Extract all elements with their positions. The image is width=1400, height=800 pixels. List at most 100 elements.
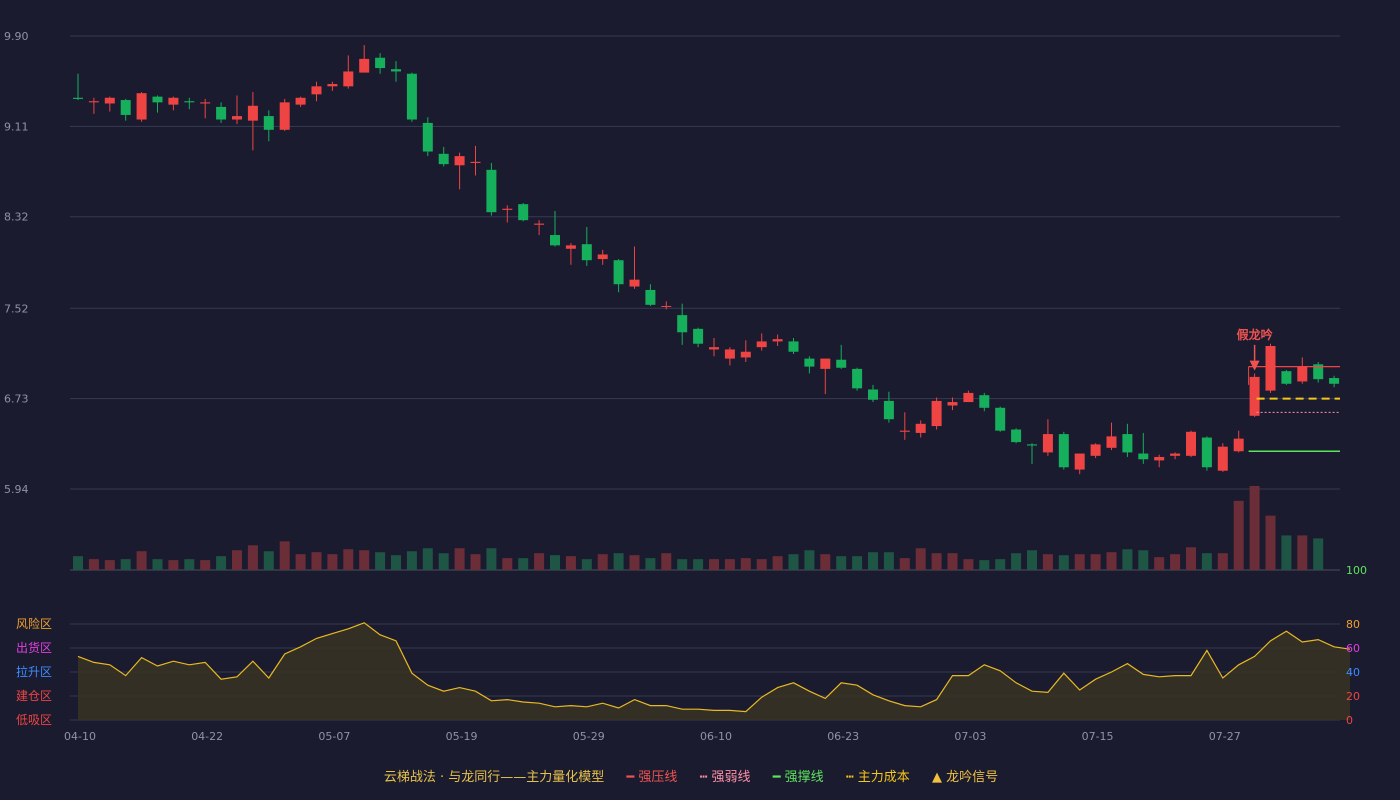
x-tick-label: 06-23 [827,730,859,743]
volume-bar [677,559,688,570]
volume-bar [311,552,322,570]
candle-body [629,279,640,287]
legend-strong-pressure[interactable]: ━ 强压线 [626,770,677,785]
volume-bar [931,553,942,570]
price-tick-label: 6.73 [4,393,29,406]
volume-bar [852,556,863,570]
volume-bar [947,553,958,570]
candle-body [1027,444,1037,446]
candle-body [73,97,83,99]
volume-bar [1249,486,1260,570]
candle-body [502,208,513,210]
candle-body [327,84,338,87]
volume-bar [613,553,624,570]
candle-body [359,58,370,73]
candle-body [1217,446,1228,471]
volume-bar [963,559,974,570]
candle-body [438,153,449,165]
candle-body [740,351,751,358]
volume-bar [1042,554,1053,570]
volume-bar [152,559,163,570]
candle-body [836,359,847,368]
volume-bar [104,560,115,570]
volume-bar [756,559,767,570]
candle-body [899,430,910,432]
volume-bar [709,559,719,570]
volume-bar [1281,535,1292,570]
candle-body [406,73,417,120]
candle-body [422,122,433,152]
chart-canvas: 假龙吟 9.90 9.11 8.32 7.52 6.73 5.94 04-10 04-22 05… [4,30,1367,743]
volume-bar [597,554,608,570]
candle-body [1201,437,1212,468]
volume-bar [454,548,465,570]
candle-body [820,358,831,369]
candle-body [995,407,1006,431]
candle-body [709,347,719,350]
volume-bar [168,560,179,570]
legend-cost-line[interactable]: ┅ 主力成本 [846,770,910,785]
candle-body [1265,346,1276,391]
volume-bar [88,559,99,570]
volume-bar [1122,549,1133,570]
candle-body [470,161,481,163]
volume-bar [184,559,195,570]
volume-bar [1297,535,1308,570]
volume-bar [1201,553,1212,570]
candle-body [804,358,815,367]
volume-bar [534,553,545,570]
candle-body [168,97,179,105]
volume-bar [661,553,672,570]
indicator-tick-label: 40 [1346,666,1360,679]
candle-body [852,368,863,389]
volume-bar [1217,553,1228,570]
candle-body [152,96,163,103]
volume-bar [1106,552,1117,570]
volume-bars [73,486,1324,570]
candle-body [883,400,894,420]
candle-body [565,245,576,249]
indicator-tick-label: 60 [1346,642,1360,655]
volume-bar [120,559,131,570]
volume-bar [915,548,926,570]
legend-support-line[interactable]: ━ 强撑线 [773,770,824,785]
candle-body [263,116,274,130]
volume-bar [836,556,847,570]
candle-body [279,102,290,130]
volume-bar [200,560,211,570]
indicator-tick-label: 100 [1346,564,1367,577]
volume-bar [883,552,894,570]
candle-body [200,102,211,104]
candle-body [947,402,958,406]
volume-bar [406,551,417,570]
candle-body [1281,371,1292,384]
x-tick-label: 05-07 [318,730,350,743]
candle-body [311,86,322,95]
volume-bar [391,555,401,570]
volume-bar [1074,554,1085,570]
candle-body [1154,456,1165,461]
legend-signal[interactable]: ▲ 龙吟信号 [932,770,998,785]
x-tick-label: 04-22 [191,730,223,743]
zone-label: 低吸区 [16,713,52,727]
candle-body [1170,453,1181,456]
candle-body [581,244,592,261]
candle-body [120,100,131,115]
candle-body [597,254,608,260]
candle-body [1058,434,1069,468]
candle-body [1249,376,1260,416]
candle-body [136,93,147,120]
candle-body [1138,453,1149,460]
x-tick-label: 07-15 [1082,730,1114,743]
volume-bar [470,554,481,570]
candle-body [693,328,704,344]
volume-bar [1233,500,1244,570]
candle-body [1074,453,1085,470]
indicator-area [78,622,1350,720]
price-tick-label: 9.11 [4,120,29,133]
candle-body [1297,366,1308,382]
legend-weak-line[interactable]: ┅ 强弱线 [700,770,751,785]
volume-bar [359,550,370,570]
volume-bar [788,554,799,570]
candle-body [375,57,386,69]
